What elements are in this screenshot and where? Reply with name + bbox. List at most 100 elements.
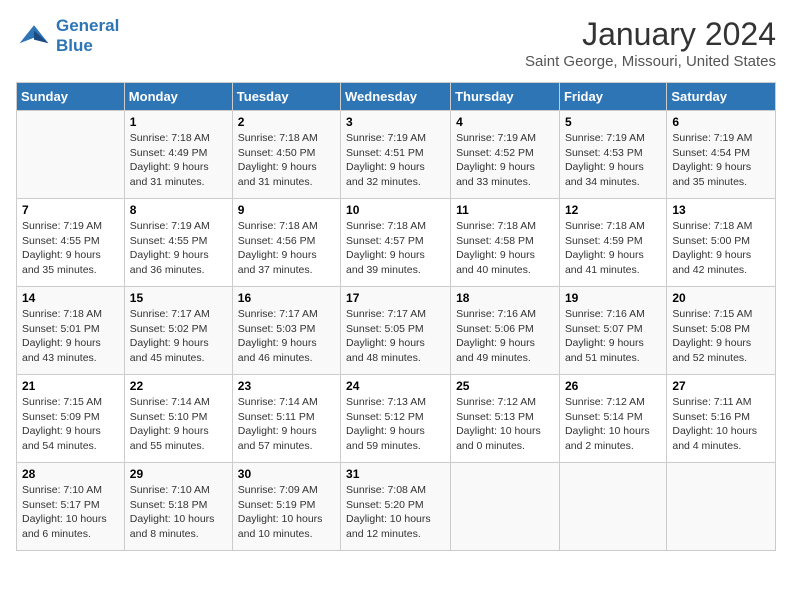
calendar-cell: 24 Sunrise: 7:13 AMSunset: 5:12 PMDayligh… xyxy=(341,375,451,463)
calendar-table: SundayMondayTuesdayWednesdayThursdayFrid… xyxy=(16,82,776,551)
day-number: 30 xyxy=(238,467,335,481)
header-day-wednesday: Wednesday xyxy=(341,83,451,111)
calendar-cell: 6 Sunrise: 7:19 AMSunset: 4:54 PMDaylight… xyxy=(667,111,776,199)
calendar-cell: 4 Sunrise: 7:19 AMSunset: 4:52 PMDaylight… xyxy=(451,111,560,199)
calendar-cell: 31 Sunrise: 7:08 AMSunset: 5:20 PMDayligh… xyxy=(341,463,451,551)
day-number: 4 xyxy=(456,115,554,129)
day-info: Sunrise: 7:18 AMSunset: 4:49 PMDaylight:… xyxy=(130,131,227,190)
day-number: 15 xyxy=(130,291,227,305)
calendar-cell: 27Sunrise: 7:11 AMSunset: 5:16 PMDayligh… xyxy=(667,375,776,463)
day-number: 29 xyxy=(130,467,227,481)
day-info: Sunrise: 7:16 AMSunset: 5:07 PMDaylight:… xyxy=(565,307,661,366)
day-number: 17 xyxy=(346,291,445,305)
logo-icon xyxy=(16,18,52,54)
calendar-cell: 11 Sunrise: 7:18 AMSunset: 4:58 PMDayligh… xyxy=(451,199,560,287)
logo-text: General Blue xyxy=(56,16,119,56)
day-number: 11 xyxy=(456,203,554,217)
day-info: Sunrise: 7:17 AMSunset: 5:03 PMDaylight:… xyxy=(238,307,335,366)
day-info: Sunrise: 7:18 AMSunset: 4:56 PMDaylight:… xyxy=(238,219,335,278)
day-number: 26 xyxy=(565,379,661,393)
day-info: Sunrise: 7:16 AMSunset: 5:06 PMDaylight:… xyxy=(456,307,554,366)
day-info: Sunrise: 7:19 AMSunset: 4:52 PMDaylight:… xyxy=(456,131,554,190)
day-number: 6 xyxy=(672,115,770,129)
calendar-cell: 14Sunrise: 7:18 AMSunset: 5:01 PMDayligh… xyxy=(17,287,125,375)
day-info: Sunrise: 7:08 AMSunset: 5:20 PMDaylight:… xyxy=(346,483,445,542)
day-info: Sunrise: 7:18 AMSunset: 4:59 PMDaylight:… xyxy=(565,219,661,278)
calendar-cell: 18 Sunrise: 7:16 AMSunset: 5:06 PMDayligh… xyxy=(451,287,560,375)
calendar-week-row: 21 Sunrise: 7:15 AMSunset: 5:09 PMDayligh… xyxy=(17,375,776,463)
day-info: Sunrise: 7:15 AMSunset: 5:08 PMDaylight:… xyxy=(672,307,770,366)
day-number: 31 xyxy=(346,467,445,481)
day-info: Sunrise: 7:19 AMSunset: 4:53 PMDaylight:… xyxy=(565,131,661,190)
day-number: 21 xyxy=(22,379,119,393)
calendar-cell xyxy=(667,463,776,551)
day-number: 7 xyxy=(22,203,119,217)
calendar-cell: 3 Sunrise: 7:19 AMSunset: 4:51 PMDaylight… xyxy=(341,111,451,199)
calendar-cell: 17Sunrise: 7:17 AMSunset: 5:05 PMDayligh… xyxy=(341,287,451,375)
day-info: Sunrise: 7:14 AMSunset: 5:11 PMDaylight:… xyxy=(238,395,335,454)
calendar-cell: 29Sunrise: 7:10 AMSunset: 5:18 PMDayligh… xyxy=(124,463,232,551)
calendar-week-row: 7 Sunrise: 7:19 AMSunset: 4:55 PMDaylight… xyxy=(17,199,776,287)
calendar-cell: 26 Sunrise: 7:12 AMSunset: 5:14 PMDayligh… xyxy=(559,375,666,463)
day-number: 19 xyxy=(565,291,661,305)
day-number: 5 xyxy=(565,115,661,129)
day-number: 24 xyxy=(346,379,445,393)
calendar-cell xyxy=(451,463,560,551)
day-number: 3 xyxy=(346,115,445,129)
day-info: Sunrise: 7:12 AMSunset: 5:14 PMDaylight:… xyxy=(565,395,661,454)
calendar-cell: 19 Sunrise: 7:16 AMSunset: 5:07 PMDayligh… xyxy=(559,287,666,375)
title-area: January 2024 Saint George, Missouri, Uni… xyxy=(525,16,776,70)
day-number: 18 xyxy=(456,291,554,305)
header-day-saturday: Saturday xyxy=(667,83,776,111)
day-info: Sunrise: 7:14 AMSunset: 5:10 PMDaylight:… xyxy=(130,395,227,454)
day-number: 14 xyxy=(22,291,119,305)
calendar-cell: 13Sunrise: 7:18 AMSunset: 5:00 PMDayligh… xyxy=(667,199,776,287)
calendar-subtitle: Saint George, Missouri, United States xyxy=(525,53,776,70)
day-info: Sunrise: 7:12 AMSunset: 5:13 PMDaylight:… xyxy=(456,395,554,454)
calendar-cell: 7 Sunrise: 7:19 AMSunset: 4:55 PMDaylight… xyxy=(17,199,125,287)
calendar-cell: 10Sunrise: 7:18 AMSunset: 4:57 PMDayligh… xyxy=(341,199,451,287)
day-info: Sunrise: 7:19 AMSunset: 4:51 PMDaylight:… xyxy=(346,131,445,190)
calendar-cell: 15Sunrise: 7:17 AMSunset: 5:02 PMDayligh… xyxy=(124,287,232,375)
day-info: Sunrise: 7:19 AMSunset: 4:54 PMDaylight:… xyxy=(672,131,770,190)
calendar-cell: 25 Sunrise: 7:12 AMSunset: 5:13 PMDayligh… xyxy=(451,375,560,463)
day-info: Sunrise: 7:10 AMSunset: 5:17 PMDaylight:… xyxy=(22,483,119,542)
header: General Blue January 2024 Saint George, … xyxy=(16,16,776,70)
day-number: 13 xyxy=(672,203,770,217)
calendar-cell: 9 Sunrise: 7:18 AMSunset: 4:56 PMDaylight… xyxy=(232,199,340,287)
logo: General Blue xyxy=(16,16,119,56)
calendar-cell: 2Sunrise: 7:18 AMSunset: 4:50 PMDaylight… xyxy=(232,111,340,199)
day-info: Sunrise: 7:15 AMSunset: 5:09 PMDaylight:… xyxy=(22,395,119,454)
calendar-title: January 2024 xyxy=(525,16,776,53)
calendar-cell: 22 Sunrise: 7:14 AMSunset: 5:10 PMDayligh… xyxy=(124,375,232,463)
day-number: 10 xyxy=(346,203,445,217)
day-info: Sunrise: 7:19 AMSunset: 4:55 PMDaylight:… xyxy=(22,219,119,278)
day-number: 23 xyxy=(238,379,335,393)
day-number: 16 xyxy=(238,291,335,305)
calendar-cell: 30 Sunrise: 7:09 AMSunset: 5:19 PMDayligh… xyxy=(232,463,340,551)
day-info: Sunrise: 7:18 AMSunset: 4:58 PMDaylight:… xyxy=(456,219,554,278)
day-info: Sunrise: 7:09 AMSunset: 5:19 PMDaylight:… xyxy=(238,483,335,542)
day-number: 9 xyxy=(238,203,335,217)
calendar-header-row: SundayMondayTuesdayWednesdayThursdayFrid… xyxy=(17,83,776,111)
day-info: Sunrise: 7:11 AMSunset: 5:16 PMDaylight:… xyxy=(672,395,770,454)
calendar-week-row: 28 Sunrise: 7:10 AMSunset: 5:17 PMDayligh… xyxy=(17,463,776,551)
day-number: 20 xyxy=(672,291,770,305)
header-day-thursday: Thursday xyxy=(451,83,560,111)
calendar-cell xyxy=(17,111,125,199)
calendar-cell: 23 Sunrise: 7:14 AMSunset: 5:11 PMDayligh… xyxy=(232,375,340,463)
day-number: 12 xyxy=(565,203,661,217)
day-number: 25 xyxy=(456,379,554,393)
calendar-week-row: 1 Sunrise: 7:18 AMSunset: 4:49 PMDaylight… xyxy=(17,111,776,199)
day-number: 22 xyxy=(130,379,227,393)
calendar-week-row: 14Sunrise: 7:18 AMSunset: 5:01 PMDayligh… xyxy=(17,287,776,375)
day-number: 28 xyxy=(22,467,119,481)
calendar-cell xyxy=(559,463,666,551)
calendar-cell: 8Sunrise: 7:19 AMSunset: 4:55 PMDaylight… xyxy=(124,199,232,287)
calendar-cell: 20 Sunrise: 7:15 AMSunset: 5:08 PMDayligh… xyxy=(667,287,776,375)
day-number: 1 xyxy=(130,115,227,129)
day-info: Sunrise: 7:13 AMSunset: 5:12 PMDaylight:… xyxy=(346,395,445,454)
calendar-cell: 16 Sunrise: 7:17 AMSunset: 5:03 PMDayligh… xyxy=(232,287,340,375)
header-day-tuesday: Tuesday xyxy=(232,83,340,111)
day-info: Sunrise: 7:18 AMSunset: 4:50 PMDaylight:… xyxy=(238,131,335,190)
